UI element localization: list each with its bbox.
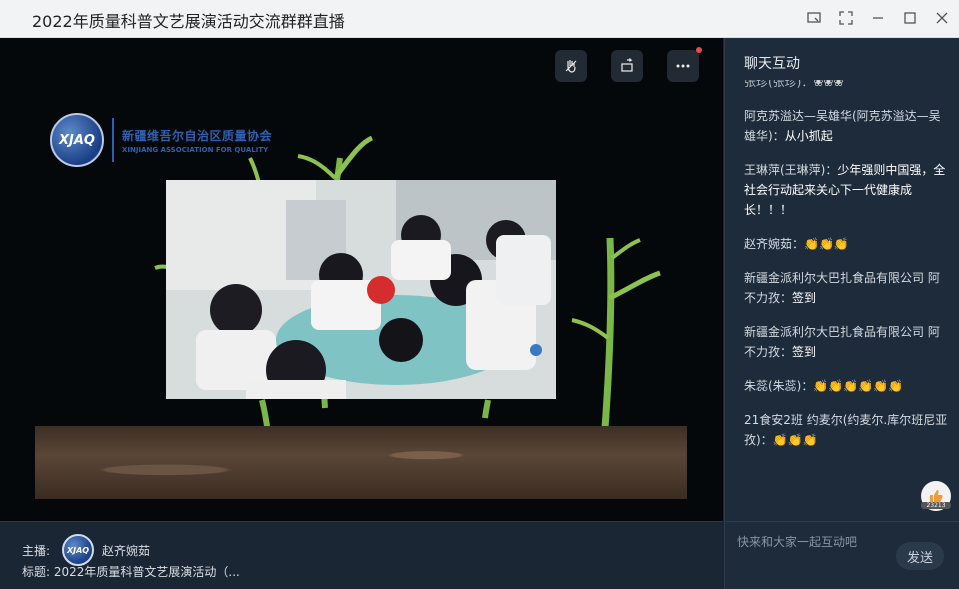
chat-text: 签到 — [792, 291, 817, 305]
chat-text: 👏👏👏👏👏👏 — [813, 379, 904, 393]
chat-message: 张珍(张珍)：❀❀❀ — [744, 80, 949, 92]
topic-label: 标题: — [22, 565, 51, 579]
chat-text: 从小抓起 — [784, 129, 833, 143]
screen-share-icon[interactable] — [805, 9, 823, 27]
chat-sender: 朱蕊(朱蕊)： — [744, 379, 814, 393]
chat-message: 赵齐婉茹：👏👏👏 — [744, 234, 949, 254]
host-row: 主播: XJAQ 赵齐婉茹 — [22, 534, 150, 566]
avatar: XJAQ — [62, 534, 95, 566]
topic-row: 标题: 2022年质量科普文艺展演活动（... — [22, 563, 240, 580]
window-titlebar: 2022年质量科普文艺展演活动交流群群直播 — [0, 0, 959, 38]
chat-panel: 聊天互动 张珍(张珍)：❀❀❀ 阿克苏溢达—吴雄华(阿克苏溢达—吴雄华)：从小抓… — [724, 38, 959, 521]
send-button[interactable]: 发送 — [896, 542, 944, 570]
chat-text: 签到 — [792, 345, 817, 359]
chat-message: 王琳萍(王琳萍)：少年强则中国强，全社会行动起来关心下一代健康成长！！！ — [744, 160, 949, 220]
chat-message: 阿克苏溢达—吴雄华(阿克苏溢达—吴雄华)：从小抓起 — [744, 106, 949, 146]
like-count: 23213 — [921, 502, 951, 509]
window-title: 2022年质量科普文艺展演活动交流群群直播 — [32, 12, 345, 31]
host-label: 主播: — [22, 543, 51, 558]
soil-decoration — [35, 426, 687, 499]
window-controls — [805, 9, 951, 27]
close-icon[interactable] — [933, 9, 951, 27]
chat-sender: 新疆金派利尔大巴扎食品有限公司 阿不力孜： — [744, 325, 940, 359]
chat-input[interactable] — [735, 532, 879, 552]
chat-message: 新疆金派利尔大巴扎食品有限公司 阿不力孜：签到 — [744, 268, 949, 308]
like-button[interactable]: 23213 — [921, 481, 951, 511]
chat-sender: 阿克苏溢达—吴雄华(阿克苏溢达—吴雄华)： — [744, 109, 941, 143]
host-name: 赵齐婉茹 — [102, 543, 151, 558]
chat-message: 21食安2班 约麦尔(约麦尔.库尔班尼亚孜)：👏👏👏 — [744, 410, 949, 450]
stream-info-footer: 主播: XJAQ 赵齐婉茹 标题: 2022年质量科普文艺展演活动（... — [0, 521, 723, 589]
chat-input-area: 发送 — [724, 521, 959, 589]
topic-text: 2022年质量科普文艺展演活动（... — [53, 565, 240, 579]
chat-sender: 赵齐婉茹： — [744, 237, 805, 251]
chat-header: 聊天互动 — [744, 56, 800, 72]
fullscreen-icon[interactable] — [837, 9, 855, 27]
chat-sender: 新疆金派利尔大巴扎食品有限公司 阿不力孜： — [744, 271, 940, 305]
chat-message-list[interactable]: 张珍(张珍)：❀❀❀ 阿克苏溢达—吴雄华(阿克苏溢达—吴雄华)：从小抓起 王琳萍… — [744, 80, 949, 520]
chat-text: 👏👏👏 — [804, 237, 849, 251]
chat-sender: 张珍(张珍)： — [744, 80, 814, 89]
chat-message: 朱蕊(朱蕊)：👏👏👏👏👏👏 — [744, 376, 949, 396]
chat-message: 新疆金派利尔大巴扎食品有限公司 阿不力孜：签到 — [744, 322, 949, 362]
chat-text: ❀❀❀ — [813, 80, 844, 89]
activity-photo — [166, 180, 556, 399]
live-video-player[interactable]: XJAQ 新疆维吾尔自治区质量协会 XINJIANG ASSOCIATION F… — [0, 38, 723, 521]
chat-sender: 王琳萍(王琳萍)： — [744, 163, 838, 177]
minimize-icon[interactable] — [869, 9, 887, 27]
chat-text: 👏👏👏 — [772, 433, 818, 447]
maximize-icon[interactable] — [901, 9, 919, 27]
